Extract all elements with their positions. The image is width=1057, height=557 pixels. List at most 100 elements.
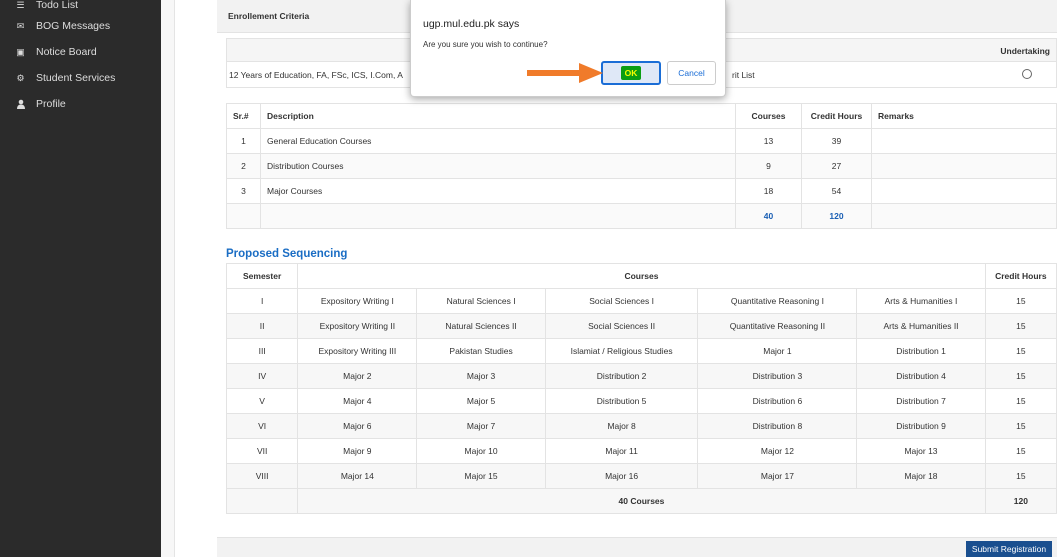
total-courses-label: 40 Courses bbox=[297, 488, 986, 514]
sidebar-item-label: Student Services bbox=[36, 72, 116, 84]
table-row: 3 Major Courses 18 54 bbox=[226, 178, 1057, 204]
cell: 18 bbox=[735, 178, 802, 204]
column-header: Credit Hours bbox=[801, 103, 872, 129]
course-cell: Major 11 bbox=[544, 438, 699, 464]
sidebar-item-bog-messages[interactable]: ✉ BOG Messages bbox=[0, 13, 161, 39]
sidebar-item-profile[interactable]: Profile bbox=[0, 91, 161, 117]
course-cell: Major 12 bbox=[697, 438, 858, 464]
course-cell: Natural Sciences I bbox=[416, 288, 546, 314]
course-cell: Major 13 bbox=[856, 438, 986, 464]
credit-hours-cell: 15 bbox=[984, 363, 1057, 389]
course-cell: Arts & Humanities II bbox=[856, 313, 986, 339]
undertaking-radio[interactable] bbox=[1022, 69, 1032, 79]
table-row: 1 General Education Courses 13 39 bbox=[226, 128, 1057, 154]
cell: 54 bbox=[801, 178, 872, 204]
course-cell: Expository Writing II bbox=[297, 313, 418, 339]
submit-registration-button[interactable]: Submit Registration bbox=[966, 541, 1052, 557]
criteria-title: Enrollement Criteria bbox=[228, 11, 310, 21]
semester-cell: V bbox=[225, 388, 299, 414]
column-header: Remarks bbox=[871, 103, 1057, 129]
table-row: II Expository Writing II Natural Sciences … bbox=[225, 313, 1057, 339]
criteria-text-right: rit List bbox=[732, 70, 755, 80]
gears-icon: ⚙ bbox=[16, 72, 25, 83]
table-row: VII Major 9 Major 10 Major 11 Major 12 Major … bbox=[225, 438, 1057, 464]
course-cell: Quantitative Reasoning II bbox=[697, 313, 858, 339]
cell: Distribution Courses bbox=[260, 153, 736, 179]
dialog-title: ugp.mul.edu.pk says bbox=[423, 18, 520, 30]
credit-hours-cell: 15 bbox=[984, 388, 1057, 414]
section-title: Proposed Sequencing bbox=[226, 248, 348, 260]
course-cell: Social Sciences II bbox=[544, 313, 699, 339]
course-cell: Major 14 bbox=[297, 463, 418, 489]
course-cell: Major 9 bbox=[297, 438, 418, 464]
table-total-row: 40 120 bbox=[226, 203, 1057, 229]
course-cell: Natural Sciences II bbox=[416, 313, 546, 339]
content-gutter bbox=[161, 0, 175, 557]
semester-cell: I bbox=[225, 288, 299, 314]
list-icon: ☰ bbox=[16, 0, 25, 10]
course-cell: Major 16 bbox=[544, 463, 699, 489]
envelope-icon: ✉ bbox=[16, 20, 25, 31]
course-cell: Major 7 bbox=[416, 413, 546, 439]
total-courses: 40 bbox=[735, 203, 802, 229]
sidebar-item-label: Notice Board bbox=[36, 46, 97, 58]
cancel-button[interactable]: Cancel bbox=[667, 61, 716, 85]
course-cell: Major 15 bbox=[416, 463, 546, 489]
course-cell: Major 2 bbox=[297, 363, 418, 389]
semester-cell: III bbox=[225, 338, 299, 364]
course-cell: Major 17 bbox=[697, 463, 858, 489]
course-cell: Major 6 bbox=[297, 413, 418, 439]
table-header-row: Sr.# Description Courses Credit Hours Re… bbox=[226, 103, 1057, 129]
semester-cell: II bbox=[225, 313, 299, 339]
total-credit-hours: 120 bbox=[801, 203, 872, 229]
ok-button[interactable]: OK bbox=[601, 61, 661, 85]
course-cell: Major 3 bbox=[416, 363, 546, 389]
column-header: Semester bbox=[225, 263, 299, 289]
semester-cell: VII bbox=[225, 438, 299, 464]
course-cell: Distribution 1 bbox=[856, 338, 986, 364]
sidebar-item-notice-board[interactable]: ▣ Notice Board bbox=[0, 39, 161, 65]
course-cell: Major 18 bbox=[856, 463, 986, 489]
column-header: Credit Hours bbox=[984, 263, 1057, 289]
table-row: III Expository Writing III Pakistan Studie… bbox=[225, 338, 1057, 364]
sidebar-item-label: Todo List bbox=[36, 0, 79, 11]
semester-cell: VIII bbox=[225, 463, 299, 489]
cell bbox=[225, 488, 299, 514]
course-cell: Major 8 bbox=[544, 413, 699, 439]
course-cell: Distribution 3 bbox=[697, 363, 858, 389]
course-cell: Major 4 bbox=[297, 388, 418, 414]
course-cell: Major 5 bbox=[416, 388, 546, 414]
cell bbox=[871, 178, 1057, 204]
sidebar: ☰ Todo List ✉ BOG Messages ▣ Notice Boar… bbox=[0, 0, 161, 557]
credit-hours-cell: 15 bbox=[984, 463, 1057, 489]
course-cell: Distribution 7 bbox=[856, 388, 986, 414]
course-cell: Distribution 6 bbox=[697, 388, 858, 414]
sidebar-item-todo-list[interactable]: ☰ Todo List bbox=[0, 0, 161, 13]
course-cell: Major 10 bbox=[416, 438, 546, 464]
cell: General Education Courses bbox=[260, 128, 736, 154]
cell: Major Courses bbox=[260, 178, 736, 204]
credit-hours-cell: 15 bbox=[984, 413, 1057, 439]
sidebar-item-student-services[interactable]: ⚙ Student Services bbox=[0, 65, 161, 91]
column-header: Sr.# bbox=[226, 103, 261, 129]
semester-cell: VI bbox=[225, 413, 299, 439]
cell bbox=[871, 153, 1057, 179]
credit-hours-cell: 15 bbox=[984, 288, 1057, 314]
credit-hours-cell: 15 bbox=[984, 313, 1057, 339]
course-summary-table: Sr.# Description Courses Credit Hours Re… bbox=[226, 103, 1057, 229]
table-row: I Expository Writing I Natural Sciences IS… bbox=[225, 288, 1057, 314]
cell: 27 bbox=[801, 153, 872, 179]
course-cell: Social Sciences I bbox=[544, 288, 699, 314]
credit-hours-cell: 15 bbox=[984, 338, 1057, 364]
cell bbox=[260, 203, 736, 229]
sequencing-table: Semester Courses Credit Hours I Expositor… bbox=[225, 263, 1057, 514]
course-cell: Quantitative Reasoning I bbox=[697, 288, 858, 314]
cell: 3 bbox=[226, 178, 261, 204]
table-row: VIII Major 14 Major 15 Major 16 Major 17 Majo… bbox=[225, 463, 1057, 489]
course-cell: Distribution 4 bbox=[856, 363, 986, 389]
course-cell: Distribution 2 bbox=[544, 363, 699, 389]
table-header-row: Semester Courses Credit Hours bbox=[225, 263, 1057, 289]
undertaking-label: Undertaking bbox=[1000, 46, 1050, 56]
table-row: V Major 4 Major 5 Distribution 5 Distributio… bbox=[225, 388, 1057, 414]
criteria-text: 12 Years of Education, FA, FSc, ICS, I.C… bbox=[229, 70, 403, 80]
